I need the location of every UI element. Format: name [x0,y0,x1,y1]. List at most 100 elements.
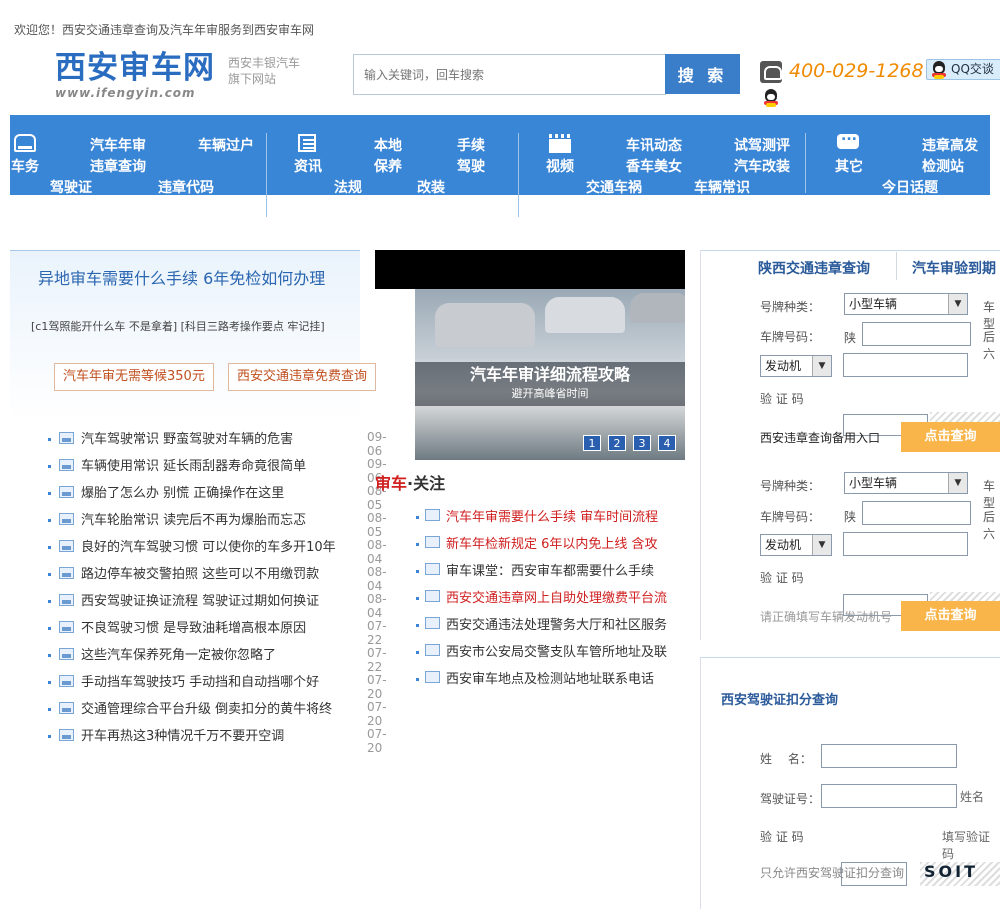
nav-link[interactable]: 今日话题 [882,177,938,197]
tag-violation-query[interactable]: 西安交通违章免费查询 [228,363,377,391]
plate-number-label: 车牌号码： [760,330,821,344]
tab-violation-query[interactable]: 陕西交通违章查询 [758,258,870,278]
nav-link[interactable]: 汽车年审 [90,135,146,155]
headline-sublinks[interactable]: [c1驾照能开什么车 不是拿着] [科目三路考操作要点 牢记挂] [31,318,325,334]
list-item[interactable]: 路边停车被交警拍照 这些可以不用缴罚款 08-04 [48,563,400,593]
nav-link[interactable]: 汽车改装 [734,156,790,176]
news-icon [298,134,316,152]
nav-link[interactable]: 交通车祸 [586,177,642,197]
nav-link[interactable]: 改装 [417,177,445,197]
captcha-image[interactable]: SOIT [920,862,1000,886]
phone-icon [760,61,782,83]
nav-category-chewu[interactable]: 车务 [11,156,39,176]
list-item[interactable]: 不良驾驶习惯 是导致油耗增高根本原因 07-22 [48,617,400,647]
image-icon [59,459,74,471]
list-item[interactable]: 新车年检新规定 6年以内免上线 含攻 [415,533,690,560]
banner-placeholder [375,250,685,289]
nav-link[interactable]: 保养 [374,156,402,176]
image-icon [59,675,74,687]
image-icon [425,590,440,602]
nav-link[interactable]: 香车美女 [626,156,682,176]
plate-type-label: 号牌种类： [760,479,821,493]
backup-entry-link[interactable]: 西安违章查询备用入口 [760,429,880,446]
nav-link[interactable]: 违章高发 [922,135,978,155]
nav-link[interactable]: 本地 [374,135,402,155]
logo-subtitle: 西安丰银汽车旗下网站 [228,56,301,86]
side-label: 后六 [983,330,996,361]
nav-link[interactable]: 手续 [457,135,485,155]
photo-car [630,293,685,323]
nav-link[interactable]: 违章查询 [90,156,146,176]
list-item[interactable]: 这些汽车保养死角一定被你忽略了 07-22 [48,644,400,674]
list-item[interactable]: 交通管理综合平台升级 倒卖扣分的黄牛将终 07-20 [48,698,400,728]
name-label: 姓 名： [760,752,812,766]
slide-page-3[interactable]: 3 [633,435,651,451]
slide-page-4[interactable]: 4 [658,435,676,451]
nav-link[interactable]: 违章代码 [158,177,214,197]
search-input[interactable] [353,54,666,95]
logo-url: www.ifengyin.com [55,86,196,100]
plate-type-select[interactable]: 小型车辆 [844,293,968,315]
plate-type-select[interactable]: 小型车辆 [844,472,968,494]
list-item[interactable]: 开车再热这3种情况千万不要开空调 07-20 [48,725,400,755]
tag-annual-inspection[interactable]: 汽车年审无需等候350元 [54,363,214,391]
plate-number-input[interactable] [862,322,971,346]
nav-link[interactable]: 驾驶 [457,156,485,176]
image-icon [59,432,74,444]
image-icon [59,702,74,714]
qq-icon[interactable] [763,89,779,107]
slide-page-1[interactable]: 1 [583,435,601,451]
list-item[interactable]: 西安交通违章网上自助处理缴费平台流 [415,587,690,614]
nav-link[interactable]: 车讯动态 [626,135,682,155]
site-logo[interactable]: 西安审车网 www.ifengyin.com [55,50,225,102]
plate-type-label: 号牌种类： [760,300,821,314]
nav-link[interactable]: 车辆过户 [198,135,254,155]
nav-category-zixun[interactable]: 资讯 [294,156,322,176]
engine-select[interactable]: 发动机 [760,534,832,556]
plate-number-input[interactable] [862,501,971,525]
image-icon [425,644,440,656]
search-button[interactable]: 搜 索 [665,54,740,94]
tab-inspection-expiry[interactable]: 汽车审验到期 [912,258,996,278]
image-icon [425,617,440,629]
image-icon [59,594,74,606]
main-nav [10,115,990,195]
list-item[interactable]: 汽车年审需要什么手续 审车时间流程 [415,506,690,533]
tab-divider [896,252,897,280]
photo-caption: 汽车年审详细流程攻略 避开高峰省时间 [415,362,685,406]
license-number-input[interactable] [821,784,957,808]
nav-link[interactable]: 车辆常识 [694,177,750,197]
nav-category-other[interactable]: 其它 [835,156,863,176]
list-item[interactable]: 爆胎了怎么办 别慌 正确操作在这里 08-05 [48,482,400,512]
engine-select[interactable]: 发动机 [760,355,832,377]
engine-number-input[interactable] [843,532,968,556]
query-button[interactable]: 点击查询 [901,422,1000,452]
list-item[interactable]: 良好的汽车驾驶习惯 可以使你的车多开10年 08-04 [48,536,400,566]
list-item[interactable]: 西安驾驶证换证流程 驾驶证过期如何换证 08-04 [48,590,400,620]
query-button[interactable]: 点击查询 [901,601,1000,631]
list-item[interactable]: 车辆使用常识 延长雨刮器寿命竟很简单 09-06 [48,455,400,485]
featured-photo[interactable]: 汽车年审详细流程攻略 避开高峰省时间 1 2 3 4 [415,289,685,460]
list-item[interactable]: 汽车轮胎常识 读完后不再为爆胎而忘忑 08-05 [48,509,400,539]
image-icon [425,563,440,575]
nav-link[interactable]: 试驾测评 [734,135,790,155]
list-item[interactable]: 手动挡车驾驶技巧 手动挡和自动挡哪个好 07-20 [48,671,400,701]
list-item[interactable]: 西安交通违法处理警务大厅和社区服务 [415,614,690,641]
nav-category-video[interactable]: 视频 [546,156,574,176]
captcha-label: 验 证 码 [760,830,804,844]
list-item[interactable]: 汽车驾驶常识 野蛮驾驶对车辆的危害 09-06 [48,428,400,458]
engine-number-input[interactable] [843,353,968,377]
image-icon [59,621,74,633]
nav-link[interactable]: 检测站 [922,156,964,176]
headline-title[interactable]: 异地审车需要什么手续 6年免检如何办理 [38,265,325,289]
list-item[interactable]: 西安审车地点及检测站地址联系电话 [415,668,690,695]
video-icon [549,134,571,153]
nav-link[interactable]: 驾驶证 [50,177,92,197]
name-input[interactable] [821,744,957,768]
nav-link[interactable]: 法规 [334,177,362,197]
list-item[interactable]: 西安市公安局交警支队车管所地址及联 [415,641,690,668]
qq-chat-button[interactable]: QQ交谈 [926,59,1000,80]
image-icon [59,486,74,498]
list-item[interactable]: 审车课堂：西安审车都需要什么手续 [415,560,690,587]
slide-page-2[interactable]: 2 [608,435,626,451]
